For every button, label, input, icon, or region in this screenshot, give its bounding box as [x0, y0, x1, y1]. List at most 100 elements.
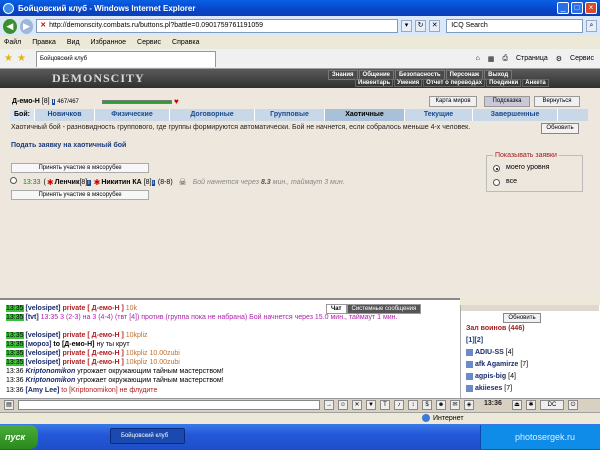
chat-private: private [ Д-емо-Н ] — [62, 350, 124, 357]
sidebar-pages[interactable]: [1][2] — [466, 337, 483, 344]
mail-icon[interactable]: ✉ — [450, 400, 460, 410]
favorites-star-icon[interactable]: ★ — [4, 53, 13, 64]
nav-skills[interactable]: Умения — [394, 79, 423, 87]
chat-nick[interactable]: [velosipet] — [25, 350, 60, 357]
chat-time: 13:35 — [6, 350, 24, 357]
nav-profile[interactable]: Анкета — [522, 79, 549, 87]
refresh-icon[interactable]: ↻ — [415, 20, 427, 32]
list-item[interactable]: afk Agamirze [7] — [466, 361, 528, 368]
back-button[interactable]: ◀ — [3, 18, 17, 34]
filter-my-level-radio[interactable] — [493, 165, 500, 172]
filter-all-radio[interactable] — [493, 179, 500, 186]
dropdown-icon[interactable]: ▾ — [400, 20, 413, 32]
join-button-top[interactable]: Принять участие в мясорубке — [11, 163, 149, 173]
forward-button[interactable]: ▶ — [19, 18, 34, 34]
menu-tools[interactable]: Сервис — [137, 39, 161, 46]
exit-icon[interactable]: ⏏ — [512, 400, 522, 410]
player-name[interactable]: Д-емо-Н — [12, 98, 40, 105]
avatar-icon — [466, 385, 473, 392]
tab-current[interactable]: Текущие — [405, 109, 473, 121]
home-icon[interactable]: ⌂ — [476, 55, 480, 62]
feeds-icon[interactable]: ▦ — [488, 55, 495, 63]
bid-radio[interactable] — [10, 177, 17, 184]
chat-input[interactable] — [18, 400, 320, 410]
submit-bid-link[interactable]: Подать заявку на хаотичный бой — [11, 142, 126, 149]
sidebar-refresh-button[interactable]: Обновить — [503, 313, 541, 323]
tab-novice[interactable]: Новичков — [35, 109, 95, 121]
print-icon[interactable]: ⎙ — [502, 55, 508, 63]
world-map-button[interactable]: Карта миров — [429, 96, 477, 107]
tab-physical[interactable]: Физические — [95, 109, 170, 121]
player-name[interactable]: akiieses — [475, 385, 502, 392]
nav-knowledge[interactable]: Знания — [328, 70, 358, 80]
list-item[interactable]: ADIU-SS [4] — [466, 349, 514, 356]
avatar-icon — [466, 349, 473, 356]
add-favorite-icon[interactable]: ★ — [17, 53, 26, 64]
return-button[interactable]: Вернуться — [534, 96, 580, 107]
page-menu[interactable]: Страница — [516, 55, 548, 62]
tab-contract[interactable]: Договорные — [170, 109, 255, 121]
start-button[interactable]: пуск — [0, 425, 38, 449]
list-item[interactable]: akiieses [7] — [466, 385, 512, 392]
bid-player1[interactable]: Ленчик — [55, 179, 80, 186]
chat-nick[interactable]: [tvt] — [25, 314, 38, 321]
info-icon[interactable]: i — [51, 99, 56, 105]
chat-nick[interactable]: [velosipet] — [25, 332, 60, 339]
send-icon[interactable]: → — [324, 400, 334, 410]
list-item[interactable]: agpis-big [4] — [466, 373, 516, 380]
tab-chaotic[interactable]: Хаотичные — [325, 109, 405, 121]
menu-favorites[interactable]: Избранное — [91, 39, 126, 46]
chat-nick[interactable]: [Amy Lee] — [25, 387, 59, 394]
close-button[interactable]: × — [585, 2, 597, 14]
menu-file[interactable]: Файл — [4, 39, 21, 46]
address-bar[interactable]: ✕ http://demonscity.combats.ru/buttons.p… — [36, 19, 398, 33]
search-icon[interactable]: ⌕ — [585, 20, 597, 32]
friends-icon[interactable]: ☻ — [436, 400, 446, 410]
clear-icon[interactable]: ✕ — [352, 400, 362, 410]
taskbar-item[interactable]: Бойцовский клуб — [110, 428, 185, 444]
status-value: 8.3 — [260, 179, 271, 186]
chat-nick[interactable]: Kriptonomikon — [25, 368, 75, 375]
smile-icon[interactable]: ☺ — [338, 400, 348, 410]
power-icon[interactable]: ⏻ — [568, 400, 578, 410]
info-icon[interactable]: i — [87, 179, 91, 186]
chat-settings-icon[interactable]: ▤ — [4, 400, 14, 410]
nav-inventory[interactable]: Инвентарь — [355, 79, 394, 87]
tab-finished[interactable]: Завершенные — [473, 109, 558, 121]
minimize-button[interactable]: _ — [557, 2, 569, 14]
tools-menu[interactable]: Сервис — [570, 55, 594, 62]
join-button-bottom[interactable]: Принять участие в мясорубке — [11, 190, 149, 200]
chat-nick[interactable]: [velosipet] — [25, 305, 60, 312]
nav-transfers[interactable]: Отчет о переводах — [423, 79, 486, 87]
map-icon[interactable]: ◈ — [464, 400, 474, 410]
bug-icon[interactable]: ✱ — [526, 400, 536, 410]
player-name[interactable]: afk Agamirze — [475, 361, 518, 368]
chat-nick[interactable]: [мороз] — [25, 341, 51, 348]
gear-icon[interactable]: ⚙ — [556, 55, 562, 63]
stop-icon[interactable]: ✕ — [429, 20, 441, 32]
search-input[interactable]: ICQ Search — [446, 19, 583, 33]
hint-button[interactable]: Подсказка — [484, 96, 530, 107]
browser-tab[interactable]: Бойцовский клуб — [35, 50, 216, 67]
menu-edit[interactable]: Правка — [32, 39, 56, 46]
chat-nick[interactable]: Kriptonomikon — [25, 377, 75, 384]
player-name[interactable]: ADIU-SS — [475, 349, 504, 356]
info-icon[interactable]: i — [151, 179, 155, 186]
filter-icon[interactable]: ▼ — [366, 400, 376, 410]
translit-icon[interactable]: T — [380, 400, 390, 410]
nav-fights[interactable]: Поединки — [486, 79, 522, 87]
menu-view[interactable]: Вид — [67, 39, 80, 46]
bid-player2[interactable]: Никитин КА — [101, 179, 141, 186]
trade-icon[interactable]: $ — [422, 400, 432, 410]
chat-message: 10kpliz 10.00zubi — [125, 350, 180, 357]
tab-group[interactable]: Групповые — [255, 109, 325, 121]
menu-help[interactable]: Справка — [172, 39, 199, 46]
refresh-button[interactable]: Обновить — [541, 123, 579, 134]
scroll-icon[interactable]: ↕ — [408, 400, 418, 410]
sound-icon[interactable]: ♪ — [394, 400, 404, 410]
chat-nick[interactable]: [velosipet] — [25, 359, 60, 366]
maximize-button[interactable]: □ — [571, 2, 583, 14]
address-text: http://demonscity.combats.ru/buttons.pl?… — [49, 22, 264, 29]
game-logo: DEMONSCITY — [52, 71, 145, 85]
player-name[interactable]: agpis-big — [475, 373, 506, 380]
